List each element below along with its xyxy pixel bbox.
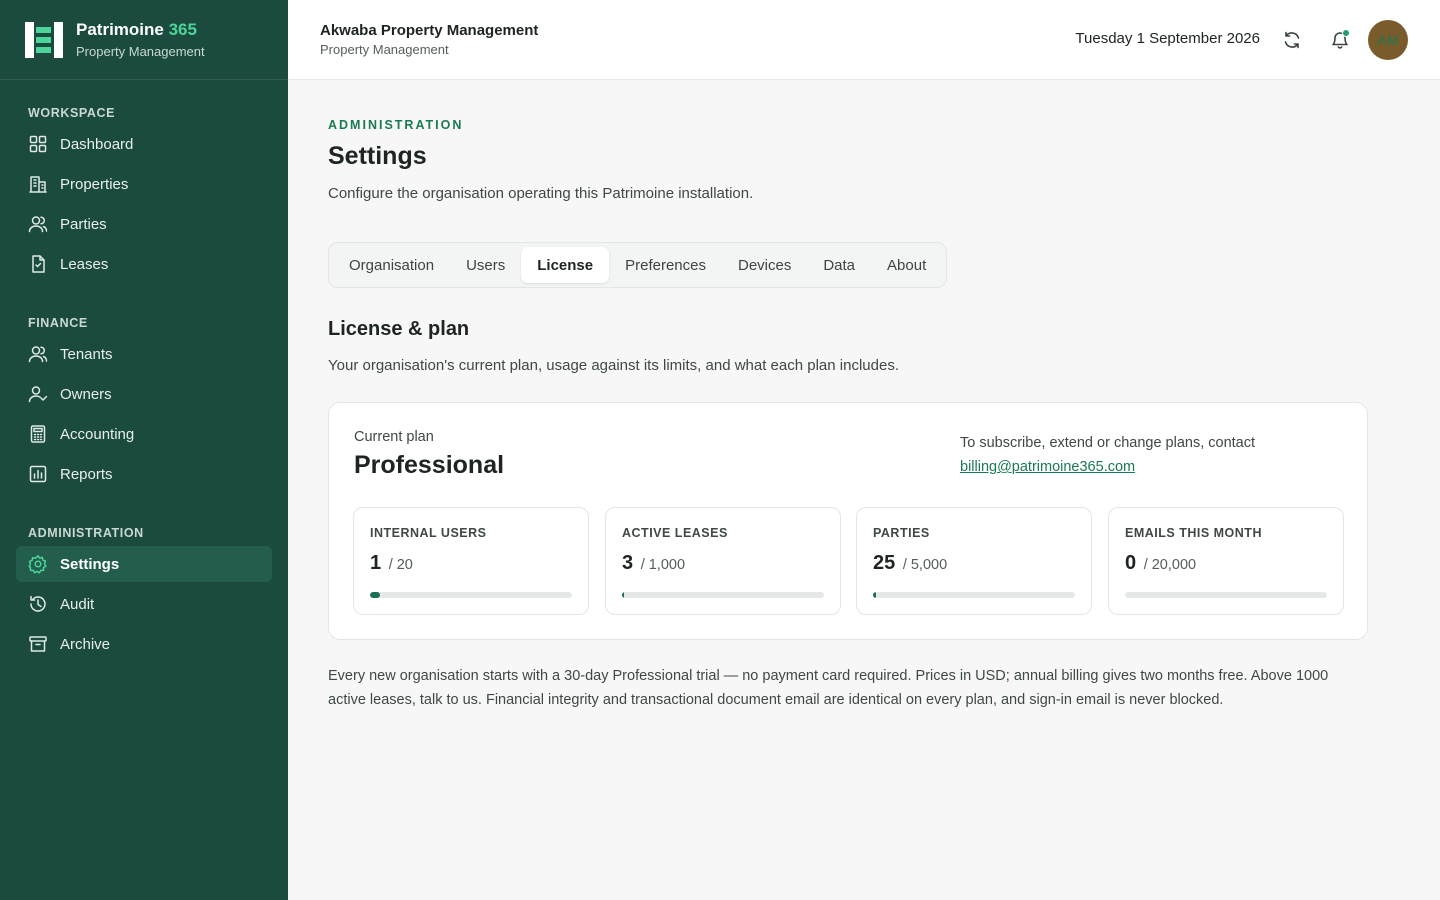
usage-card-parties: PARTIES 25 / 5,000 [856, 507, 1092, 615]
usage-progress-bar [873, 592, 1075, 598]
nav-heading: FINANCE [28, 316, 88, 330]
sidebar-item-properties[interactable]: Properties [16, 166, 272, 202]
sidebar-item-reports[interactable]: Reports [16, 456, 272, 492]
sidebar-item-label: Dashboard [60, 135, 134, 153]
notification-dot [1342, 29, 1350, 37]
tab-users[interactable]: Users [450, 247, 521, 283]
building-icon [28, 174, 48, 194]
usage-card-emails-this-month: EMAILS THIS MONTH 0 / 20,000 [1108, 507, 1344, 615]
nav-section-finance: FINANCE Tenants Owners Accounting Report… [0, 314, 288, 492]
org-subtitle: Property Management [320, 42, 449, 57]
org-name: Akwaba Property Management [320, 22, 539, 39]
nav-heading: WORKSPACE [28, 106, 116, 120]
usage-label: PARTIES [873, 526, 930, 540]
avatar[interactable]: AM [1368, 20, 1408, 60]
page-description: Configure the organisation operating thi… [328, 185, 754, 202]
usage-limit: / 5,000 [902, 557, 948, 573]
document-icon [28, 254, 48, 274]
nav-heading: ADMINISTRATION [28, 526, 144, 540]
tab-license[interactable]: License [521, 247, 610, 283]
tab-devices[interactable]: Devices [722, 247, 807, 283]
nav-section-workspace: WORKSPACE Dashboard Properties Parties L… [0, 104, 288, 282]
bar-chart-icon [28, 464, 48, 484]
usage-progress-fill [370, 592, 381, 598]
section-description: Your organisation's current plan, usage … [328, 357, 899, 374]
plan-footnote: Every new organisation starts with a 30-… [328, 668, 1329, 708]
usage-progress-bar [1125, 592, 1327, 598]
brand-name: Patrimoine 365 [76, 19, 197, 39]
usage-value: 1 / 20 [370, 552, 413, 574]
grid-icon [28, 134, 48, 154]
gear-icon [28, 554, 48, 574]
refresh-icon [1284, 31, 1300, 49]
refresh-button[interactable] [1278, 26, 1306, 54]
sidebar-item-accounting[interactable]: Accounting [16, 416, 272, 452]
sidebar-item-label: Properties [60, 175, 129, 193]
sidebar-item-label: Accounting [60, 425, 135, 443]
usage-limit: / 20,000 [1143, 557, 1197, 573]
sidebar: Patrimoine 365 Property Management WORKS… [0, 0, 288, 900]
sidebar-item-label: Owners [60, 385, 112, 403]
user-check-icon [28, 384, 48, 404]
usage-label: ACTIVE LEASES [622, 526, 728, 540]
users-icon [28, 214, 48, 234]
usage-progress-fill [873, 592, 876, 598]
tab-about[interactable]: About [871, 247, 942, 283]
usage-card-internal-users: INTERNAL USERS 1 / 20 [353, 507, 589, 615]
tab-data[interactable]: Data [807, 247, 871, 283]
users-icon [28, 344, 48, 364]
usage-progress-fill [622, 592, 624, 598]
page-title: Settings [328, 142, 427, 170]
usage-limit: / 20 [388, 557, 413, 573]
plan-card: Current plan Professional To subscribe, … [328, 402, 1368, 640]
sidebar-item-label: Reports [60, 465, 113, 483]
current-date: Tuesday 1 September 2026 [1075, 30, 1260, 47]
contact-text: To subscribe, extend or change plans, co… [960, 435, 1256, 451]
notifications-button[interactable] [1326, 26, 1354, 54]
archive-icon [28, 634, 48, 654]
tab-preferences[interactable]: Preferences [609, 247, 722, 283]
sidebar-item-owners[interactable]: Owners [16, 376, 272, 412]
current-plan-label: Current plan [354, 429, 434, 445]
billing-email-link[interactable]: billing@patrimoine365.com [960, 459, 1135, 475]
sidebar-item-label: Settings [60, 555, 120, 573]
tab-organisation[interactable]: Organisation [333, 247, 450, 283]
usage-progress-bar [370, 592, 572, 598]
usage-value: 0 / 20,000 [1125, 552, 1197, 574]
usage-label: EMAILS THIS MONTH [1125, 526, 1262, 540]
settings-tabs: Organisation Users License Preferences D… [328, 242, 948, 288]
usage-progress-bar [622, 592, 824, 598]
brand-name-accent: 365 [168, 19, 197, 39]
section-title: License & plan [328, 318, 470, 340]
sidebar-item-tenants[interactable]: Tenants [16, 336, 272, 372]
sidebar-item-parties[interactable]: Parties [16, 206, 272, 242]
plan-name: Professional [354, 451, 505, 479]
calculator-icon [28, 424, 48, 444]
usage-card-active-leases: ACTIVE LEASES 3 / 1,000 [605, 507, 841, 615]
logo-icon [24, 20, 64, 60]
sidebar-item-dashboard[interactable]: Dashboard [16, 126, 272, 162]
brand[interactable]: Patrimoine 365 Property Management [0, 0, 288, 80]
page-eyebrow: ADMINISTRATION [328, 118, 464, 132]
sidebar-item-leases[interactable]: Leases [16, 246, 272, 282]
history-icon [28, 594, 48, 614]
sidebar-item-label: Archive [60, 635, 111, 653]
sidebar-item-archive[interactable]: Archive [16, 626, 272, 662]
sidebar-item-label: Leases [60, 255, 109, 273]
sidebar-item-label: Parties [60, 215, 107, 233]
sidebar-item-label: Audit [60, 595, 95, 613]
main-content: ADMINISTRATION Settings Configure the or… [288, 80, 1440, 900]
usage-label: INTERNAL USERS [370, 526, 487, 540]
nav-section-administration: ADMINISTRATION Settings Audit Archive [0, 524, 288, 662]
usage-limit: / 1,000 [640, 557, 686, 573]
sidebar-item-audit[interactable]: Audit [16, 586, 272, 622]
usage-value: 3 / 1,000 [622, 552, 686, 574]
sidebar-item-settings[interactable]: Settings [16, 546, 272, 582]
topbar: Akwaba Property Management Property Mana… [288, 0, 1440, 80]
brand-subtitle: Property Management [76, 43, 205, 59]
usage-value: 25 / 5,000 [873, 552, 948, 574]
sidebar-item-label: Tenants [60, 345, 113, 363]
